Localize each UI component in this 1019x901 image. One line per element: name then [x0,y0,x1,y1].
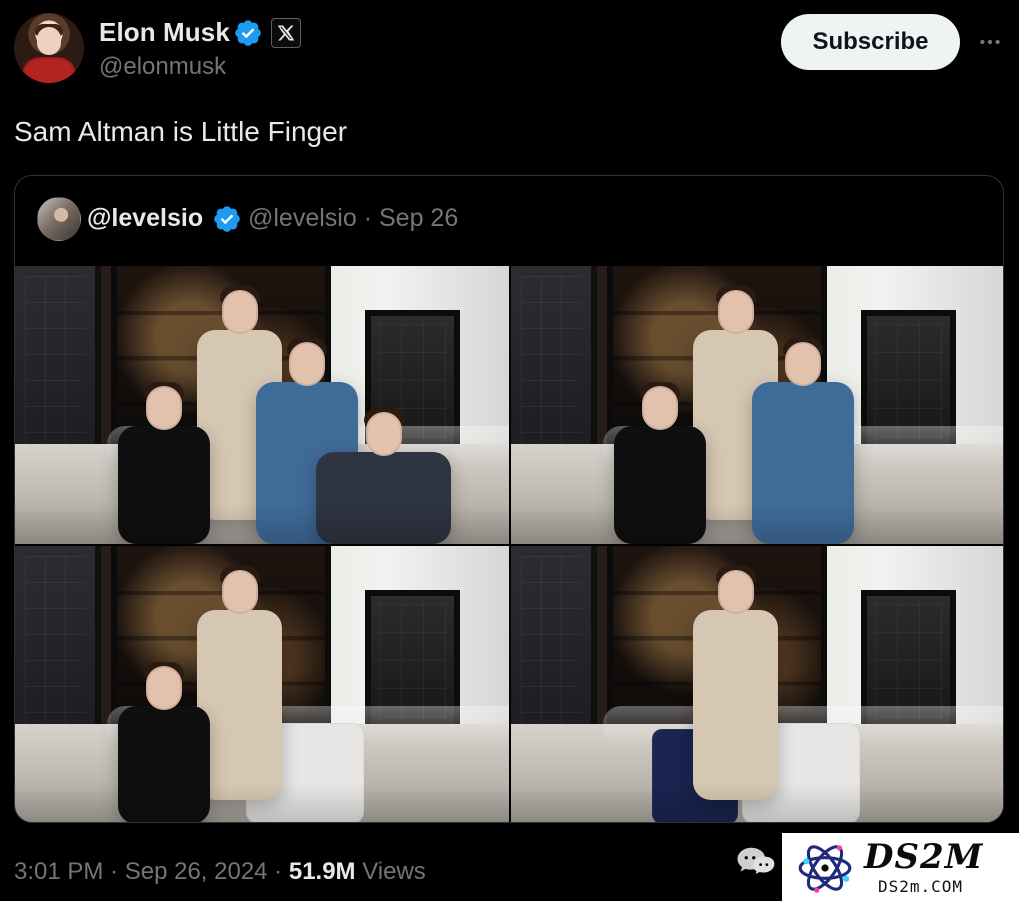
author-display-name[interactable]: Elon Musk [99,17,230,47]
wechat-icon [737,847,775,874]
person-head [717,290,754,334]
person-head [289,342,325,386]
footer-separator: · [103,858,125,885]
quoted-meta: @levelsio · Sep 26 [248,203,458,233]
views-label: Views [362,858,426,885]
watermark-brand-small: DS2m.COM [878,877,964,896]
person-head [146,666,182,710]
quoted-author-handle[interactable]: @levelsio [248,204,357,232]
verified-badge-icon [235,20,261,46]
more-options-button[interactable] [975,27,1005,57]
x-affiliation-badge [271,18,301,48]
media-photo-4[interactable] [511,546,1003,822]
tweet-time[interactable]: 3:01 PM [14,858,103,885]
media-photo-3[interactable] [15,546,509,822]
media-photo-2[interactable] [511,266,1003,544]
author-avatar[interactable] [14,13,84,83]
person-head [221,290,258,334]
quoted-date[interactable]: Sep 26 [379,204,458,232]
tweet-timestamp-and-views: 3:01 PM · Sep 26, 2024 · 51.9M Views [14,857,426,887]
photo-floor-shadow [15,504,509,544]
quoted-tweet-card[interactable]: @levelsio @levelsio · Sep 26 [14,175,1004,823]
media-grid [15,266,1003,822]
photo-floor-shadow [15,784,509,822]
photo-floor-shadow [511,784,1003,822]
quoted-author-display-name[interactable]: @levelsio [87,203,203,233]
person-head [221,570,258,614]
footer-separator: · [267,858,289,885]
avatar-face [37,27,61,55]
avatar-suit [22,57,76,83]
photo-floor-shadow [511,504,1003,544]
x-logo-icon [277,25,295,41]
tweet-text: Sam Altman is Little Finger [14,116,348,147]
person-head [365,412,402,456]
watermark-brand-big: DS2M [864,837,984,877]
views-count[interactable]: 51.9M [289,858,356,885]
tweet-date[interactable]: Sep 26, 2024 [125,858,268,885]
quoted-verified-badge-icon [214,206,240,232]
tweet-screen: Elon Musk @elonmusk Subscribe Sam Altman… [0,0,1019,901]
person-head [717,570,754,614]
person-head [785,342,821,386]
subscribe-button[interactable]: Subscribe [781,14,960,70]
quoted-meta-separator: · [356,204,379,232]
person-head [642,386,678,430]
author-handle[interactable]: @elonmusk [99,53,226,81]
photo-person-standing [693,566,778,800]
watermark-badge: DS2M DS2m.COM [782,833,1019,901]
person-head [146,386,182,430]
atom-logo-icon [798,845,852,893]
quoted-author-avatar[interactable] [37,197,81,241]
more-horizontal-icon [980,39,1000,45]
media-photo-1[interactable] [15,266,509,544]
